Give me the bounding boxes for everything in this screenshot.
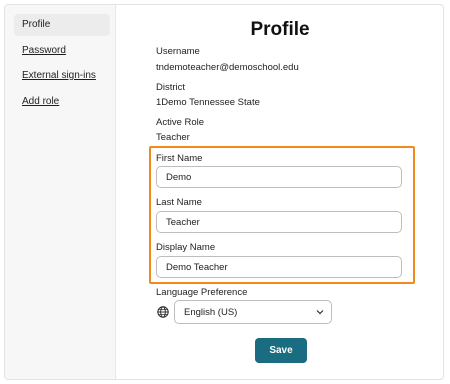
district-label: District: [156, 82, 186, 93]
sidebar-item-profile[interactable]: Profile: [14, 14, 110, 36]
language-select[interactable]: English (US): [174, 300, 332, 324]
active-role-value: Teacher: [156, 132, 190, 143]
chevron-down-icon: [316, 310, 324, 315]
page-title: Profile: [250, 19, 310, 40]
district-value: 1Demo Tennessee State: [156, 97, 260, 108]
language-select-value: English (US): [184, 307, 238, 318]
last-name-label: Last Name: [156, 197, 202, 208]
active-role-label: Active Role: [156, 117, 205, 128]
first-name-input[interactable]: [156, 166, 402, 188]
sidebar-nav: Profile Password External sign-ins Add r…: [5, 5, 116, 379]
sidebar-item-external-sign-ins[interactable]: External sign-ins: [14, 65, 110, 87]
globe-icon: [157, 306, 169, 318]
display-name-input[interactable]: [156, 256, 402, 278]
profile-card: Profile Password External sign-ins Add r…: [4, 4, 444, 380]
username-label: Username: [156, 46, 200, 57]
profile-main: Profile Username tndemoteacher@demoschoo…: [117, 5, 443, 379]
first-name-label: First Name: [156, 153, 203, 164]
save-button[interactable]: Save: [255, 338, 307, 363]
display-name-label: Display Name: [156, 242, 216, 253]
username-value: tndemoteacher@demoschool.edu: [156, 62, 299, 73]
sidebar-item-password[interactable]: Password: [14, 40, 110, 62]
sidebar-item-add-role[interactable]: Add role: [14, 91, 110, 113]
language-preference-label: Language Preference: [156, 287, 248, 298]
last-name-input[interactable]: [156, 211, 402, 233]
